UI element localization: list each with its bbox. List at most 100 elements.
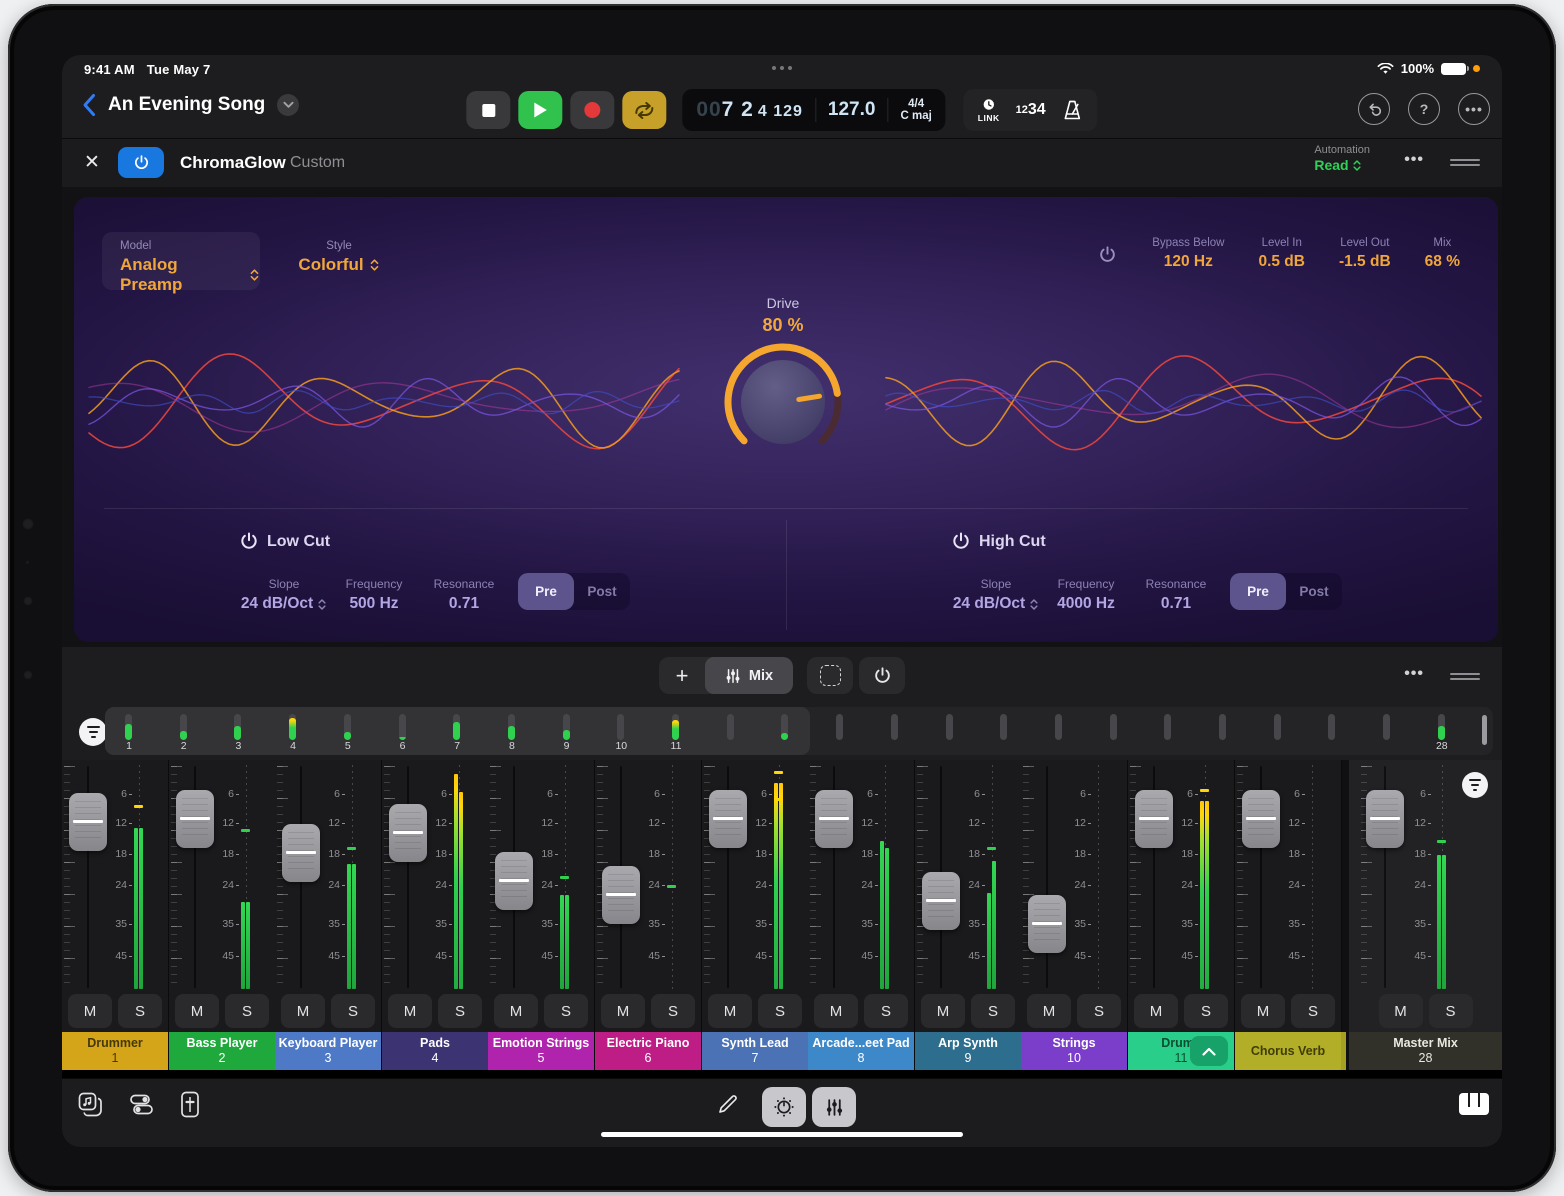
record-button[interactable] [570, 91, 614, 129]
overview-track-meter[interactable] [125, 714, 132, 740]
volume-fader[interactable] [602, 866, 640, 924]
track-controls-icon[interactable] [129, 1092, 154, 1117]
overview-track-meter[interactable] [617, 714, 624, 740]
stop-button[interactable] [466, 91, 510, 129]
mix-control[interactable]: Mix68 % [1425, 237, 1460, 271]
level-in-control[interactable]: Level In0.5 dB [1258, 237, 1305, 271]
style-selector[interactable]: Style Colorful [284, 240, 394, 275]
solo-button[interactable]: S [651, 994, 695, 1028]
high-cut-slope-control[interactable]: Slope 24 dB/Oct [946, 577, 1046, 613]
overview-track-meter[interactable] [508, 714, 515, 740]
solo-button[interactable]: S [1429, 994, 1473, 1028]
mute-button[interactable]: M [68, 994, 112, 1028]
loop-browser-icon[interactable] [78, 1092, 103, 1117]
mixer-more-button[interactable]: ••• [1404, 665, 1424, 683]
overview-track-meter[interactable] [1438, 714, 1445, 740]
overview-track-meter[interactable] [1000, 714, 1007, 740]
model-selector[interactable]: Model Analog Preamp [102, 232, 260, 290]
output-section-power-button[interactable] [1098, 245, 1117, 264]
track-name-plate[interactable]: Keyboard Player3 [275, 1032, 381, 1070]
level-out-control[interactable]: Level Out-1.5 dB [1339, 237, 1391, 271]
track-name-plate[interactable]: Drums11 [1128, 1032, 1234, 1070]
undo-button[interactable] [1358, 93, 1390, 125]
volume-fader[interactable] [709, 790, 747, 848]
track-name-plate[interactable]: Arp Synth9 [915, 1032, 1021, 1070]
multitask-dots[interactable] [772, 66, 792, 70]
low-cut-frequency-control[interactable]: Frequency 500 Hz [324, 577, 424, 613]
plugin-drag-handle[interactable] [1450, 159, 1480, 167]
low-cut-power-button[interactable] [239, 531, 259, 551]
song-title[interactable]: An Evening Song [108, 94, 265, 116]
solo-button[interactable]: S [1291, 994, 1335, 1028]
home-indicator[interactable] [601, 1132, 963, 1137]
solo-button[interactable]: S [1077, 994, 1121, 1028]
overview-scrollbar[interactable] [1482, 715, 1487, 745]
mute-button[interactable]: M [494, 994, 538, 1028]
close-plugin-button[interactable]: ✕ [84, 151, 100, 174]
solo-button[interactable]: S [971, 994, 1015, 1028]
mute-button[interactable]: M [1379, 994, 1423, 1028]
add-track-button[interactable]: + [659, 657, 705, 694]
volume-fader[interactable] [1135, 790, 1173, 848]
drive-knob[interactable] [688, 307, 878, 497]
mute-button[interactable]: M [708, 994, 752, 1028]
mix-view-button[interactable]: Mix [705, 657, 793, 694]
plugin-preset[interactable]: Custom [290, 154, 345, 172]
overview-track-meter[interactable] [399, 714, 406, 740]
back-chevron-icon[interactable] [82, 93, 96, 117]
solo-button[interactable]: S [544, 994, 588, 1028]
mute-button[interactable]: M [814, 994, 858, 1028]
mixer-filter-button[interactable] [79, 718, 107, 746]
cycle-button[interactable] [622, 91, 666, 129]
track-name-plate[interactable]: Bass Player2 [169, 1032, 275, 1070]
overview-track-meter[interactable] [836, 714, 843, 740]
pre-button[interactable]: Pre [1230, 573, 1286, 610]
overview-track-meter[interactable] [563, 714, 570, 740]
mute-button[interactable]: M [921, 994, 965, 1028]
track-name-plate[interactable]: Strings10 [1021, 1032, 1127, 1070]
keyboard-icon[interactable] [1458, 1092, 1490, 1116]
more-options-button[interactable]: ••• [1458, 93, 1490, 125]
marquee-select-button[interactable] [807, 657, 853, 694]
track-name-plate[interactable]: Chorus Verb [1235, 1032, 1341, 1070]
solo-button[interactable]: S [225, 994, 269, 1028]
low-cut-slope-control[interactable]: Slope 24 dB/Oct [234, 577, 334, 613]
overview-track-meter[interactable] [1164, 714, 1171, 740]
volume-fader[interactable] [389, 804, 427, 862]
mute-button[interactable]: M [175, 994, 219, 1028]
track-name-plate[interactable]: Pads4 [382, 1032, 488, 1070]
pre-button[interactable]: Pre [518, 573, 574, 610]
solo-button[interactable]: S [758, 994, 802, 1028]
overview-track-meter[interactable] [727, 714, 734, 740]
help-button[interactable]: ? [1408, 93, 1440, 125]
high-cut-resonance-control[interactable]: Resonance 0.71 [1128, 577, 1224, 613]
plugin-more-button[interactable]: ••• [1404, 151, 1424, 169]
overview-track-meter[interactable] [672, 714, 679, 740]
mute-button[interactable]: M [388, 994, 432, 1028]
track-name-plate[interactable]: Emotion Strings5 [488, 1032, 594, 1070]
overview-track-meter[interactable] [891, 714, 898, 740]
lcd-display[interactable]: 007 24 129 127.0 4/4C maj [682, 89, 945, 131]
solo-button[interactable]: S [118, 994, 162, 1028]
overview-track-meter[interactable] [180, 714, 187, 740]
solo-button[interactable]: S [331, 994, 375, 1028]
volume-fader[interactable] [922, 872, 960, 930]
overview-track-meter[interactable] [344, 714, 351, 740]
master-filter-button[interactable] [1462, 772, 1488, 798]
track-power-button[interactable] [859, 657, 905, 694]
automation-control[interactable]: Automation Read [1314, 144, 1370, 173]
low-cut-resonance-control[interactable]: Resonance 0.71 [416, 577, 512, 613]
overview-track-meter[interactable] [1274, 714, 1281, 740]
link-button[interactable]: LINK [978, 98, 1000, 123]
volume-fader[interactable] [176, 790, 214, 848]
mute-button[interactable]: M [1241, 994, 1285, 1028]
fader-strip-icon[interactable] [180, 1091, 200, 1118]
bypass-below-control[interactable]: Bypass Below120 Hz [1152, 237, 1224, 271]
pencil-tool-icon[interactable] [717, 1093, 739, 1115]
track-name-plate[interactable]: Master Mix28 [1349, 1032, 1502, 1070]
mute-button[interactable]: M [1134, 994, 1178, 1028]
volume-fader[interactable] [1366, 790, 1404, 848]
volume-fader[interactable] [282, 824, 320, 882]
overview-track-meter[interactable] [781, 714, 788, 740]
volume-fader[interactable] [69, 793, 107, 851]
